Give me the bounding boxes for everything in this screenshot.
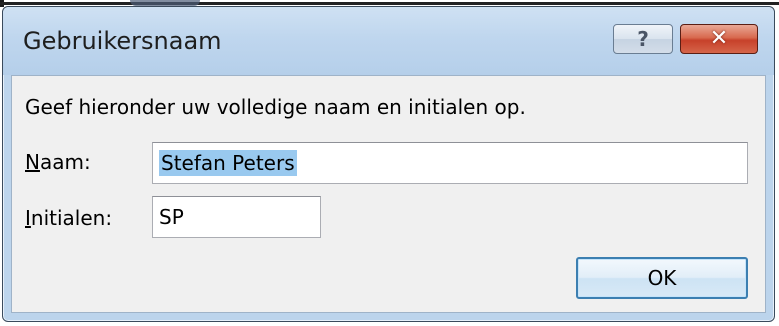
dialog-body: Geef hieronder uw volledige naam en init… <box>11 75 766 313</box>
name-input-value: Stefan Peters <box>159 150 297 176</box>
help-icon: ? <box>637 27 649 51</box>
title-bar[interactable]: Gebruikersnaam ? ✕ <box>3 7 774 75</box>
name-label: Naam: <box>25 150 91 174</box>
instruction-text: Geef hieronder uw volledige naam en init… <box>25 95 526 119</box>
help-button[interactable]: ? <box>613 24 673 54</box>
name-label-mnemonic: N <box>25 150 40 174</box>
initials-label: Initialen: <box>25 206 112 230</box>
name-input[interactable]: Stefan Peters <box>152 142 748 184</box>
initials-label-text: nitialen: <box>30 206 113 230</box>
close-button[interactable]: ✕ <box>680 24 758 54</box>
background-window-border <box>0 2 779 5</box>
window-title: Gebruikersnaam <box>23 27 222 55</box>
ok-button[interactable]: OK <box>576 257 748 299</box>
initials-input-value: SP <box>159 205 184 229</box>
initials-input[interactable]: SP <box>152 196 321 238</box>
dialog-window: Gebruikersnaam ? ✕ Geef hieronder uw vol… <box>2 6 775 322</box>
name-label-text: aam: <box>39 150 91 174</box>
close-icon: ✕ <box>709 26 729 51</box>
